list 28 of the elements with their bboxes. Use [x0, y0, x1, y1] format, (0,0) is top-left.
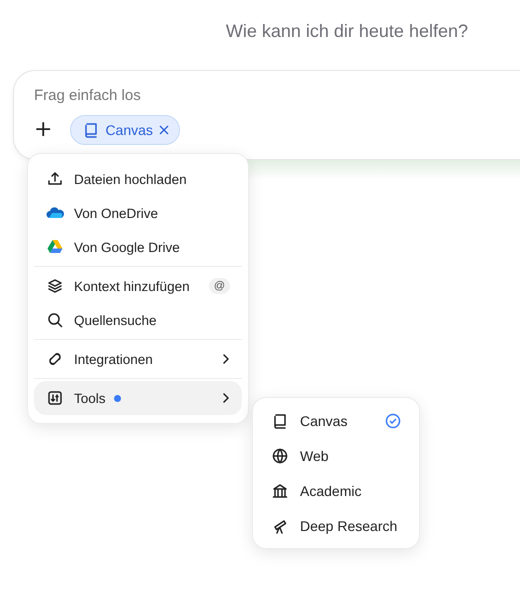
cloud-icon	[46, 207, 64, 219]
tool-chip[interactable]: Canvas	[70, 115, 180, 145]
telescope-icon	[272, 518, 288, 534]
menu-item[interactable]: Quellensuche	[34, 303, 242, 337]
menu-item[interactable]: Von Google Drive	[34, 230, 242, 264]
book-icon	[83, 122, 100, 138]
greeting-subtitle: Wie kann ich dir heute helfen?	[224, 20, 469, 43]
shortcut-badge: @	[208, 278, 230, 294]
menu-item[interactable]: Tools	[34, 381, 242, 415]
building-icon	[272, 482, 288, 498]
drive-icon	[47, 240, 63, 254]
menu-item[interactable]: Kontext hinzufügen @	[34, 269, 242, 303]
tool-item[interactable]: Deep Research	[259, 508, 413, 543]
layers-icon	[47, 278, 63, 294]
globe-icon	[272, 448, 288, 464]
tool-item[interactable]: Canvas	[259, 403, 413, 438]
upload-icon	[47, 171, 63, 187]
tool-item[interactable]: Web	[259, 438, 413, 473]
tool-item[interactable]: Academic	[259, 473, 413, 508]
menu-item[interactable]: Integrationen	[34, 342, 242, 376]
tools-icon	[47, 390, 63, 406]
link-icon	[47, 351, 63, 367]
menu-item[interactable]: Von OneDrive	[34, 196, 242, 230]
book-icon	[272, 412, 288, 428]
search-icon	[47, 312, 63, 328]
close-icon[interactable]	[158, 125, 169, 135]
menu-item[interactable]: Dateien hochladen	[34, 162, 242, 196]
add-button[interactable]: +	[34, 119, 58, 141]
